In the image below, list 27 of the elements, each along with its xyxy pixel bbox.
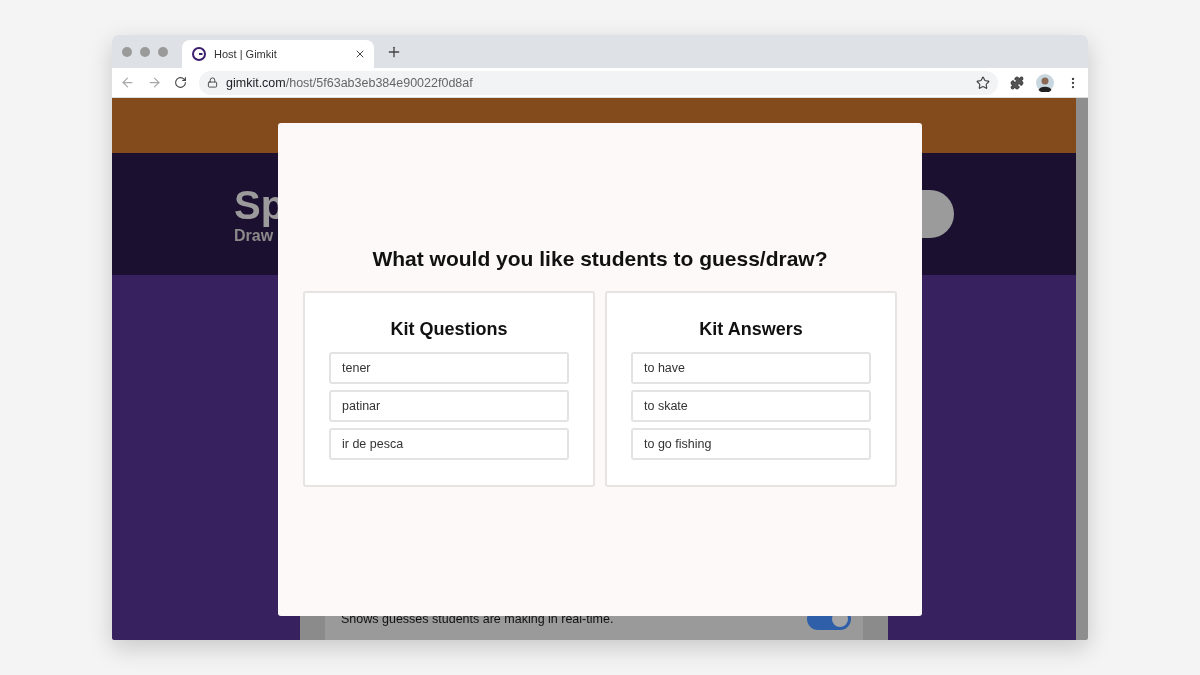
window-zoom-dot[interactable] [158, 46, 168, 57]
option-card[interactable]: Kit Answers to have to skate to go fishing [605, 291, 897, 487]
tab-title: Host | Gimkit [214, 48, 278, 60]
puzzle-icon[interactable] [1010, 75, 1024, 90]
option-item: to skate [631, 390, 871, 422]
game-subtitle: Draw [234, 227, 274, 245]
url-text: gimkit.com/host/5f63ab3eb384e90022f0d8af [226, 75, 474, 90]
modal-title: What would you like students to guess/draw? [372, 247, 828, 271]
address-bar[interactable]: gimkit.com/host/5f63ab3eb384e90022f0d8af [199, 70, 998, 95]
option-item: to have [631, 352, 871, 384]
window-close-dot[interactable] [122, 46, 132, 57]
option-card[interactable]: Kit Questions tener patinar ir de pesca [303, 291, 595, 487]
option-item: tener [329, 352, 569, 384]
reload-icon[interactable] [174, 76, 187, 89]
avatar-icon[interactable] [1036, 73, 1054, 92]
favicon-icon [192, 47, 206, 61]
star-icon[interactable] [976, 75, 990, 90]
scrollbar[interactable] [1076, 98, 1088, 640]
option-item: patinar [329, 390, 569, 422]
option-title: Kit Questions [390, 319, 508, 340]
browser-tab[interactable]: Host | Gimkit [182, 40, 374, 68]
close-tab-icon[interactable] [354, 48, 366, 60]
lock-icon [207, 77, 218, 88]
window-minimize-dot[interactable] [140, 46, 150, 57]
option-title: Kit Answers [699, 319, 803, 340]
option-item: ir de pesca [329, 428, 569, 460]
option-item: to go fishing [631, 428, 871, 460]
